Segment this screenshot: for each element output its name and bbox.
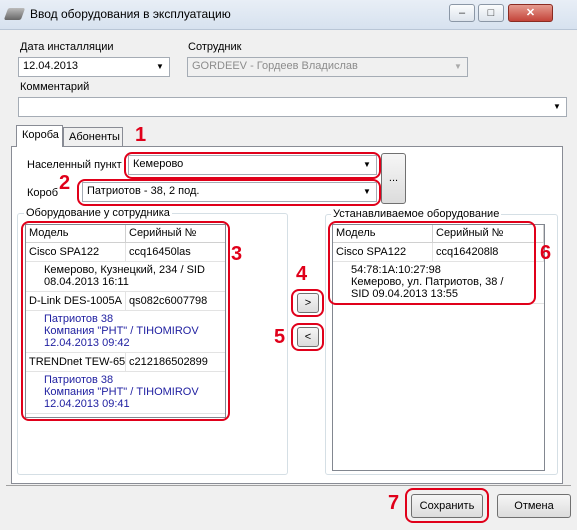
install-date-label: Дата инсталляции — [20, 41, 114, 53]
window-title: Ввод оборудования в эксплуатацию — [30, 7, 231, 21]
table-row-serial[interactable]: qs082c6007798 — [126, 292, 225, 311]
detail-line: Патриотов 38 — [44, 374, 114, 386]
detail-line: 54:78:1A:10:27:98 — [351, 264, 441, 276]
install-date-value: 12.04.2013 — [23, 60, 79, 72]
move-right-button[interactable]: > — [297, 293, 319, 313]
annotation-number: 5 — [274, 326, 286, 348]
annotation-number: 1 — [135, 124, 147, 146]
app-icon — [3, 8, 26, 20]
table-row-detail[interactable]: Патриотов 38 Компания "РНТ" / TIHOMIROV … — [26, 311, 225, 353]
title-bar: Ввод оборудования в эксплуатацию – □ ✕ — [0, 0, 577, 30]
installed-equipment-table[interactable]: Модель Серийный № Cisco SPA122 ccq164208… — [332, 224, 545, 471]
tab-korob[interactable]: Короба — [16, 125, 63, 147]
detail-line: Кемерово, ул. Патриотов, 38 / — [351, 276, 504, 288]
detail-line: Компания "РНТ" / TIHOMIROV — [44, 386, 199, 398]
table-row-serial[interactable]: ccq164208l8 — [433, 243, 544, 262]
box-label: Короб — [27, 187, 59, 199]
table-row-detail[interactable]: Кемерово, Кузнецкий, 234 / SID 08.04.201… — [26, 262, 225, 292]
table-row-serial[interactable]: ccq16450las — [126, 243, 225, 262]
table-row-model[interactable]: TRENDnet TEW-65 — [26, 353, 126, 372]
table-row-detail[interactable]: Патриотов 38 Компания "РНТ" / TIHOMIROV … — [26, 372, 225, 414]
detail-line: Патриотов 38 — [44, 313, 114, 325]
move-left-button[interactable]: < — [297, 327, 319, 347]
installed-equipment-title: Устанавливаемое оборудование — [331, 208, 502, 220]
box-select[interactable]: Патриотов - 38, 2 под. ▼ — [82, 182, 377, 202]
detail-line: SID 09.04.2013 13:55 — [351, 288, 459, 300]
column-header-serial[interactable]: Серийный № — [126, 225, 225, 243]
annotation-number: 4 — [296, 263, 308, 285]
employee-equipment-title: Оборудование у сотрудника — [24, 207, 172, 219]
employee-value: GORDEEV - Гордеев Владислав — [192, 60, 358, 72]
chevron-left-icon: < — [304, 331, 312, 343]
table-row-detail[interactable]: 54:78:1A:10:27:98 Кемерово, ул. Патриото… — [333, 262, 544, 304]
tab-subscribers[interactable]: Абоненты — [63, 127, 123, 147]
box-value: Патриотов - 38, 2 под. — [87, 185, 200, 197]
comment-label: Комментарий — [20, 81, 90, 93]
employee-select: GORDEEV - Гордеев Владислав ▼ — [187, 57, 468, 77]
chevron-down-icon[interactable]: ▼ — [152, 59, 168, 75]
annotation-number: 3 — [231, 243, 243, 265]
table-row-model[interactable]: Cisco SPA122 — [26, 243, 126, 262]
table-row-model[interactable]: D-Link DES-1005A — [26, 292, 126, 311]
column-header-model[interactable]: Модель — [333, 225, 433, 243]
column-header-model[interactable]: Модель — [26, 225, 126, 243]
save-button[interactable]: Сохранить — [411, 494, 483, 518]
annotation-number: 6 — [540, 242, 552, 264]
chevron-down-icon: ▼ — [454, 62, 462, 71]
detail-line: Кемерово, Кузнецкий, 234 / SID — [44, 264, 205, 276]
column-header-serial[interactable]: Серийный № — [433, 225, 544, 243]
detail-line: 12.04.2013 09:42 — [44, 337, 130, 349]
chevron-down-icon[interactable]: ▼ — [359, 184, 375, 200]
annotation-number: 2 — [59, 172, 71, 194]
table-row-model[interactable]: Cisco SPA122 — [333, 243, 433, 262]
employee-equipment-table[interactable]: Модель Серийный № Cisco SPA122 ccq16450l… — [25, 224, 226, 418]
detail-line: 08.04.2013 16:11 — [44, 276, 129, 288]
install-date-picker[interactable]: 12.04.2013 ▼ — [18, 57, 170, 77]
maximize-button[interactable]: □ — [478, 4, 504, 22]
city-value: Кемерово — [133, 158, 184, 170]
minimize-button[interactable]: – — [449, 4, 475, 22]
separator — [6, 485, 571, 486]
chevron-right-icon: > — [304, 297, 312, 309]
detail-line: 12.04.2013 09:41 — [44, 398, 130, 410]
browse-button[interactable]: ... — [381, 153, 406, 204]
chevron-down-icon[interactable]: ▼ — [359, 157, 375, 173]
employee-label: Сотрудник — [188, 41, 242, 53]
cancel-button[interactable]: Отмена — [497, 494, 571, 518]
comment-combo[interactable]: ▼ — [18, 97, 567, 117]
city-select[interactable]: Кемерово ▼ — [128, 155, 377, 175]
annotation-number: 7 — [388, 492, 400, 514]
close-button[interactable]: ✕ — [508, 4, 553, 22]
city-label: Населенный пункт — [27, 159, 122, 171]
detail-line: Компания "РНТ" / TIHOMIROV — [44, 325, 199, 337]
table-row-serial[interactable]: c212186502899 — [126, 353, 225, 372]
chevron-down-icon[interactable]: ▼ — [549, 99, 565, 115]
